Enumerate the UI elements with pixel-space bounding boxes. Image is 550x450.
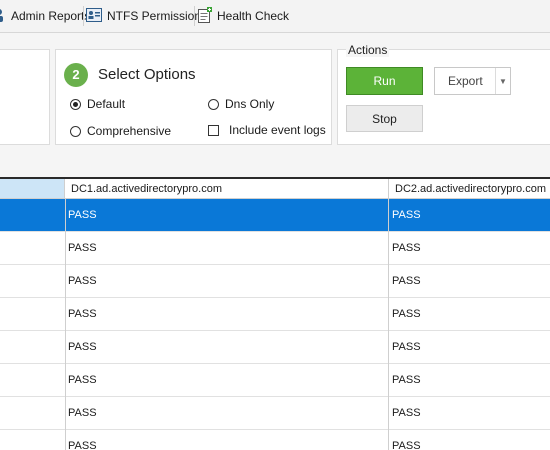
- dc2-result-cell: PASS: [392, 440, 421, 450]
- actions-title: Actions: [346, 43, 390, 57]
- test-name-cell: [0, 397, 65, 430]
- dc1-result-cell: PASS: [68, 341, 97, 353]
- dc2-result-cell: PASS: [392, 209, 421, 221]
- table-row[interactable]: PASS PASS: [0, 298, 550, 331]
- include-event-logs-checkbox[interactable]: Include event logs: [208, 123, 326, 137]
- test-name-cell: [0, 199, 65, 232]
- ntfs-permissions-icon: [86, 7, 102, 25]
- toolbar-health-check-label: Health Check: [217, 9, 290, 23]
- toolbar-separator: [83, 6, 84, 26]
- include-event-logs-box[interactable]: [208, 124, 219, 136]
- radio-default-indicator[interactable]: [70, 98, 81, 110]
- admin-reports-icon: [0, 8, 6, 25]
- dc1-result-cell: PASS: [68, 209, 97, 221]
- chevron-down-icon[interactable]: ▼: [495, 68, 510, 94]
- table-row[interactable]: PASS PASS: [0, 430, 550, 450]
- dc2-result-cell: PASS: [392, 242, 421, 254]
- radio-default-label: Default: [87, 97, 126, 111]
- dc1-result-cell: PASS: [68, 275, 97, 287]
- dc1-result-cell: PASS: [68, 374, 97, 386]
- dc2-result-cell: PASS: [392, 407, 421, 419]
- select-options-title: Select Options: [98, 66, 196, 83]
- column-header-name[interactable]: [0, 179, 65, 199]
- health-check-icon: [198, 6, 212, 26]
- stop-button[interactable]: Stop: [346, 105, 423, 132]
- table-row[interactable]: PASS PASS: [0, 397, 550, 430]
- options-area: 2 Select Options Default Dns Only Compre…: [0, 33, 550, 178]
- step-number-badge: 2: [64, 63, 88, 87]
- test-name-cell: [0, 364, 65, 397]
- table-row[interactable]: PASS PASS: [0, 364, 550, 397]
- toolbar-ntfs-permissions-label: NTFS Permissions: [107, 9, 208, 23]
- table-row[interactable]: PASS PASS: [0, 331, 550, 364]
- dc2-result-cell: PASS: [392, 341, 421, 353]
- include-event-logs-label: Include event logs: [229, 123, 326, 137]
- radio-default[interactable]: Default: [70, 97, 125, 111]
- radio-dns-only-indicator[interactable]: [208, 98, 219, 110]
- dc2-result-cell: PASS: [392, 275, 421, 287]
- radio-comprehensive-label: Comprehensive: [87, 124, 172, 138]
- dc1-result-cell: PASS: [68, 308, 97, 320]
- dc2-result-cell: PASS: [392, 374, 421, 386]
- radio-dns-only-label: Dns Only: [225, 97, 275, 111]
- select-options-panel: 2 Select Options Default Dns Only Compre…: [55, 49, 332, 145]
- column-header-dc1[interactable]: DC1.ad.activedirectorypro.com: [65, 179, 389, 199]
- radio-dns-only[interactable]: Dns Only: [208, 97, 274, 111]
- radio-comprehensive[interactable]: Comprehensive: [70, 124, 171, 138]
- dc1-result-cell: PASS: [68, 242, 97, 254]
- toolbar-ntfs-permissions[interactable]: NTFS Permissions: [86, 0, 207, 32]
- test-name-cell: [0, 265, 65, 298]
- table-row[interactable]: PASS PASS: [0, 265, 550, 298]
- results-grid: DC1.ad.activedirectorypro.com DC2.ad.act…: [0, 179, 550, 450]
- toolbar-admin-reports-label: Admin Reports: [11, 9, 91, 23]
- dc2-result-cell: PASS: [392, 308, 421, 320]
- test-name-cell: [0, 232, 65, 265]
- dc1-result-cell: PASS: [68, 407, 97, 419]
- table-row[interactable]: PASS PASS: [0, 199, 550, 232]
- toolbar: Admin Reports NTFS Permissions Health Ch…: [0, 0, 550, 33]
- export-button[interactable]: Export ▼: [434, 67, 511, 95]
- toolbar-admin-reports[interactable]: Admin Reports: [0, 0, 90, 32]
- table-row[interactable]: PASS PASS: [0, 232, 550, 265]
- toolbar-health-check[interactable]: Health Check: [198, 0, 289, 32]
- run-button[interactable]: Run: [346, 67, 423, 95]
- actions-panel: Actions Run Export ▼ Stop: [337, 43, 550, 145]
- left-panel: [0, 49, 50, 145]
- dc1-result-cell: PASS: [68, 440, 97, 450]
- export-button-label: Export: [448, 74, 483, 88]
- column-divider: [388, 199, 389, 450]
- column-header-dc2[interactable]: DC2.ad.activedirectorypro.com: [389, 179, 550, 199]
- test-name-cell: [0, 331, 65, 364]
- test-name-cell: [0, 430, 65, 450]
- radio-comprehensive-indicator[interactable]: [70, 125, 81, 137]
- test-name-cell: [0, 298, 65, 331]
- column-divider: [65, 199, 66, 450]
- toolbar-separator: [194, 6, 195, 26]
